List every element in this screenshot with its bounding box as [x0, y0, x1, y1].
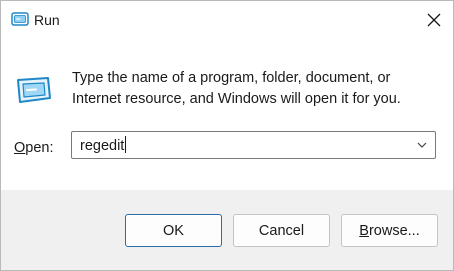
browse-button[interactable]: Browse... [341, 214, 438, 247]
ok-button[interactable]: OK [125, 214, 222, 247]
open-input-value: regedit [80, 138, 125, 154]
dialog-body: Type the name of a program, folder, docu… [1, 39, 453, 190]
title-bar[interactable]: Run [1, 1, 453, 39]
browse-label-text: rowse... [368, 222, 420, 239]
cancel-button-label: Cancel [258, 222, 305, 239]
text-cursor [125, 136, 127, 153]
run-app-icon [11, 12, 29, 26]
browse-button-label: Browse... [359, 223, 419, 239]
window-title: Run [34, 12, 60, 28]
open-label-accelerator: O [14, 140, 26, 156]
browse-accelerator: B [359, 222, 369, 239]
run-dialog: Run Type the name of a program, folder, … [0, 0, 454, 271]
button-bar: OK Cancel Browse... [1, 190, 453, 270]
ok-button-label: OK [163, 222, 184, 239]
open-label: Open: [14, 139, 54, 157]
dialog-description: Type the name of a program, folder, docu… [72, 70, 401, 107]
run-app-icon [17, 77, 51, 103]
close-button[interactable] [415, 1, 453, 39]
cancel-button[interactable]: Cancel [233, 214, 330, 247]
open-label-text: pen: [25, 140, 54, 156]
open-input[interactable]: regedit [80, 136, 127, 155]
chevron-down-icon[interactable] [415, 138, 429, 152]
open-combobox[interactable]: regedit [71, 131, 436, 159]
close-icon [427, 13, 441, 27]
